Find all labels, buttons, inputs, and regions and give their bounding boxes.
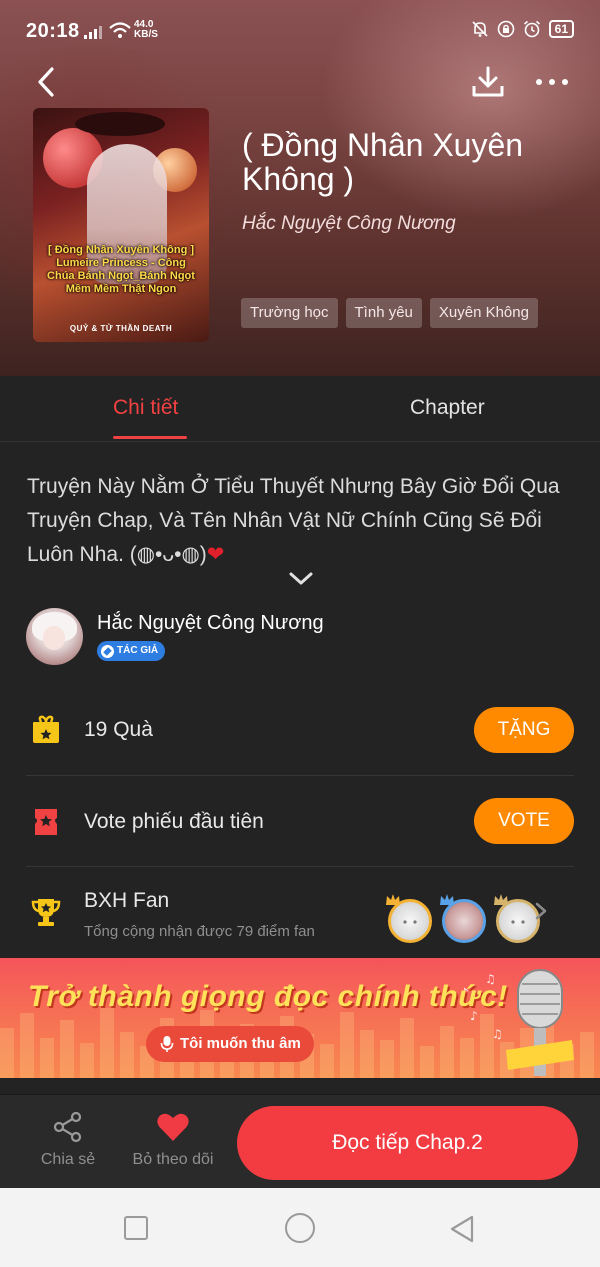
chevron-right-icon[interactable] <box>534 901 548 921</box>
hero-header: 20:18 44.0 KB/S 61 [Đồng Nhân Xuyên Khô… <box>0 0 600 376</box>
share-label: Chia sẻ <box>40 1151 96 1168</box>
author-badge-label: TÁC GIẢ <box>117 645 159 656</box>
vote-button[interactable]: VOTE <box>474 798 574 844</box>
recent-apps-icon[interactable] <box>124 1216 148 1240</box>
tag-list: Trường học Tình yêu Xuyên Không <box>241 298 538 328</box>
unfollow-button[interactable]: Bỏ theo dõi <box>128 1111 218 1169</box>
net-speed: 44.0 KB/S <box>134 20 158 40</box>
tag-chip[interactable]: Tình yêu <box>345 298 422 328</box>
fan-ranking-label: BXH Fan <box>84 889 170 912</box>
gift-count: 19 Quà <box>84 718 153 741</box>
tab-bar: Chi tiết Chapter <box>0 376 600 442</box>
book-title: ( Đồng Nhân Xuyên Không ) <box>242 127 524 197</box>
wifi-icon <box>109 22 131 38</box>
record-button-label: Tôi muốn thu âm <box>180 1035 301 1052</box>
gift-icon <box>33 715 59 743</box>
heart-icon <box>157 1113 189 1141</box>
author-avatar[interactable] <box>26 608 83 665</box>
home-icon[interactable] <box>285 1213 315 1243</box>
gift-row: 19 Quà TẶNG <box>26 686 574 776</box>
lock-rotation-icon <box>497 20 514 38</box>
microphone-icon <box>506 969 574 1076</box>
chevron-down-icon[interactable] <box>288 570 314 588</box>
cover-footer: QUỶ & TỬ THẦN DEATH <box>69 324 173 333</box>
status-time: 20:18 <box>26 20 80 42</box>
battery-indicator: 61 <box>548 20 574 38</box>
heart-emoji: ❤ <box>206 543 225 566</box>
fan-avatar[interactable] <box>386 894 432 943</box>
book-cover: [ Đồng Nhân Xuyên Không ] Lumeire Prince… <box>33 108 209 342</box>
fan-avatar[interactable] <box>440 894 486 943</box>
cover-text: [ Đồng Nhân Xuyên Không ] Lumeire Prince… <box>47 244 195 295</box>
tab-chapter[interactable]: Chapter <box>410 396 485 420</box>
gift-button[interactable]: TẶNG <box>474 707 574 753</box>
record-button[interactable]: Tôi muốn thu âm <box>146 1026 314 1062</box>
ticket-icon <box>35 809 57 835</box>
trophy-icon <box>31 899 61 926</box>
book-author-link[interactable]: Hắc Nguyệt Công Nương <box>242 213 456 235</box>
banner-title: Trở thành giọng đọc chính thức! <box>28 980 508 1013</box>
more-options-icon[interactable] <box>536 70 574 94</box>
author-row[interactable]: Hắc Nguyệt Công Nương TÁC GIẢ <box>26 606 574 668</box>
fan-points-text: Tổng cộng nhận được 79 điểm fan <box>84 923 315 940</box>
mute-bell-icon <box>472 21 488 37</box>
continue-reading-button[interactable]: Đọc tiếp Chap.2 <box>237 1106 578 1180</box>
story-detail-screen: 20:18 44.0 KB/S 61 [Đồng Nhân Xuyên Khô… <box>0 0 600 1267</box>
verified-icon <box>101 644 114 658</box>
description-text: Truyện Này Nằm Ở Tiểu Thuyết Nhưng Bây G… <box>27 475 560 566</box>
download-icon[interactable] <box>470 64 506 100</box>
bottom-action-bar: Chia sẻ Bỏ theo dõi Đọc tiếp Chap.2 <box>0 1094 600 1188</box>
mic-small-icon <box>160 1036 174 1052</box>
back-triangle-icon[interactable] <box>448 1214 476 1244</box>
vote-label: Vote phiếu đầu tiên <box>84 810 264 833</box>
signal-icon <box>84 25 104 39</box>
tab-active-indicator <box>113 436 187 439</box>
fan-ranking-row[interactable]: BXH Fan Tổng cộng nhận được 79 điểm fan <box>26 867 574 958</box>
status-icons: 61 <box>471 20 574 38</box>
back-arrow-icon[interactable] <box>32 66 64 98</box>
share-icon <box>53 1111 82 1143</box>
tag-chip[interactable]: Xuyên Không <box>429 298 538 328</box>
status-bar: 20:18 44.0 KB/S 61 <box>0 0 600 62</box>
net-speed-unit: KB/S <box>134 29 158 40</box>
author-name[interactable]: Hắc Nguyệt Công Nương <box>97 612 324 635</box>
tab-detail[interactable]: Chi tiết <box>113 396 178 420</box>
alarm-icon <box>523 20 540 38</box>
story-description: Truyện Này Nằm Ở Tiểu Thuyết Nhưng Bây G… <box>27 470 577 572</box>
unfollow-label: Bỏ theo dõi <box>132 1151 214 1168</box>
tag-chip[interactable]: Trường học <box>241 298 338 328</box>
vote-row: Vote phiếu đầu tiên VOTE <box>26 776 574 867</box>
author-badge: TÁC GIẢ <box>97 641 166 661</box>
system-navigation-bar <box>0 1188 600 1267</box>
share-button[interactable]: Chia sẻ <box>36 1111 100 1169</box>
